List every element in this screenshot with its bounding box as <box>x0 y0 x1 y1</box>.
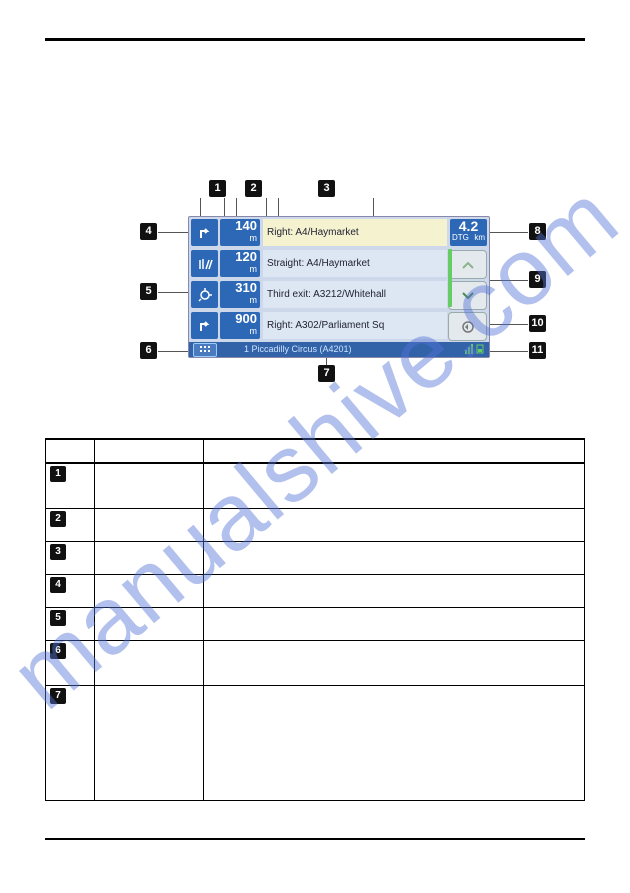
table-row: 2 <box>46 509 585 542</box>
nav-label: Right: A4/Haymarket <box>263 219 447 246</box>
callout-8: 8 <box>529 223 546 240</box>
turn-right-icon <box>191 219 218 246</box>
table-row: 4 <box>46 575 585 608</box>
scroll-up-button[interactable] <box>448 250 487 279</box>
callout-3: 3 <box>318 180 335 197</box>
battery-icon <box>476 344 485 354</box>
dist-num: 900 <box>235 311 257 326</box>
dist-unit: m <box>220 233 257 243</box>
row-num: 4 <box>50 577 66 593</box>
callout-1: 1 <box>209 180 226 197</box>
row-num: 5 <box>50 610 66 626</box>
callout-11: 11 <box>529 342 546 359</box>
dist-num: 310 <box>235 280 257 295</box>
table-row: 6 <box>46 641 585 686</box>
leader <box>326 357 327 365</box>
row-num: 1 <box>50 466 66 482</box>
top-rule <box>45 38 585 41</box>
leader <box>490 232 528 233</box>
dtg-box: 4.2 DTG km <box>450 219 487 246</box>
callout-4: 4 <box>140 223 157 240</box>
row-name <box>95 686 204 801</box>
row-name <box>95 463 204 509</box>
row-desc <box>204 509 585 542</box>
nav-row-1: 120 m Straight: A4/Haymarket <box>191 250 445 279</box>
grid-icon[interactable] <box>193 343 217 357</box>
row-desc <box>204 608 585 641</box>
dist-value: 310 m <box>220 281 260 308</box>
row-name <box>95 575 204 608</box>
nav-panel: 140 m Right: A4/Haymarket 4.2 DTG km 120 <box>188 216 490 358</box>
callout-5: 5 <box>140 283 157 300</box>
dtg-unit: km <box>474 233 485 243</box>
nav-label: Third exit: A3212/Whitehall <box>263 281 447 308</box>
signal-icon <box>465 344 474 354</box>
lanes-icon <box>191 250 218 277</box>
dist-unit: m <box>220 295 257 305</box>
table-row: 7 <box>46 686 585 801</box>
row-desc <box>204 575 585 608</box>
nav-label: Right: A302/Parliament Sq <box>263 312 447 339</box>
dist-value: 900 m <box>220 312 260 339</box>
back-button[interactable] <box>448 312 487 341</box>
callout-10: 10 <box>529 315 546 332</box>
leader <box>490 351 528 352</box>
row-name <box>95 542 204 575</box>
table-row: 3 <box>46 542 585 575</box>
status-bar: 1 Piccadilly Circus (A4201) <box>189 342 489 357</box>
row-num: 6 <box>50 643 66 659</box>
row-num: 3 <box>50 544 66 560</box>
table-row: 1 <box>46 463 585 509</box>
scroll-track <box>448 249 452 307</box>
callout-6: 6 <box>140 342 157 359</box>
callout-2: 2 <box>245 180 262 197</box>
row-desc <box>204 542 585 575</box>
row-desc <box>204 641 585 686</box>
row-name <box>95 641 204 686</box>
dist-num: 140 <box>235 218 257 233</box>
dist-unit: m <box>220 326 257 336</box>
dist-unit: m <box>220 264 257 274</box>
page: manualshive.com 1 2 3 4 5 6 8 9 10 11 7 <box>0 0 630 893</box>
row-name <box>95 608 204 641</box>
dist-num: 120 <box>235 249 257 264</box>
callout-7: 7 <box>318 365 335 382</box>
turn-right-icon <box>191 312 218 339</box>
row-num: 2 <box>50 511 66 527</box>
table-row: 5 <box>46 608 585 641</box>
row-desc <box>204 686 585 801</box>
callout-9: 9 <box>529 271 546 288</box>
leader <box>490 324 528 325</box>
dist-value: 120 m <box>220 250 260 277</box>
status-icons <box>465 344 485 354</box>
dtg-value: 4.2 <box>459 218 478 234</box>
dist-value: 140 m <box>220 219 260 246</box>
nav-diagram: 1 2 3 4 5 6 8 9 10 11 7 <box>128 175 548 380</box>
chevron-down-icon <box>461 291 475 301</box>
leader <box>158 292 188 293</box>
reference-table: 1 2 3 4 5 6 7 <box>45 438 585 801</box>
nav-label: Straight: A4/Haymarket <box>263 250 447 277</box>
dtg-label: DTG <box>452 233 469 243</box>
back-icon <box>460 320 476 334</box>
row-name <box>95 509 204 542</box>
roundabout-icon <box>191 281 218 308</box>
nav-row-3: 900 m Right: A302/Parliament Sq <box>191 312 445 341</box>
nav-row-2: 310 m Third exit: A3212/Whitehall <box>191 281 445 310</box>
leader <box>490 280 528 281</box>
nav-row-0: 140 m Right: A4/Haymarket <box>191 219 445 248</box>
row-desc <box>204 463 585 509</box>
bottom-rule <box>45 838 585 840</box>
row-num: 7 <box>50 688 66 704</box>
chevron-up-icon <box>461 260 475 270</box>
scroll-down-button[interactable] <box>448 281 487 310</box>
leader <box>158 351 188 352</box>
status-text: 1 Piccadilly Circus (A4201) <box>244 342 352 357</box>
leader <box>158 232 188 233</box>
